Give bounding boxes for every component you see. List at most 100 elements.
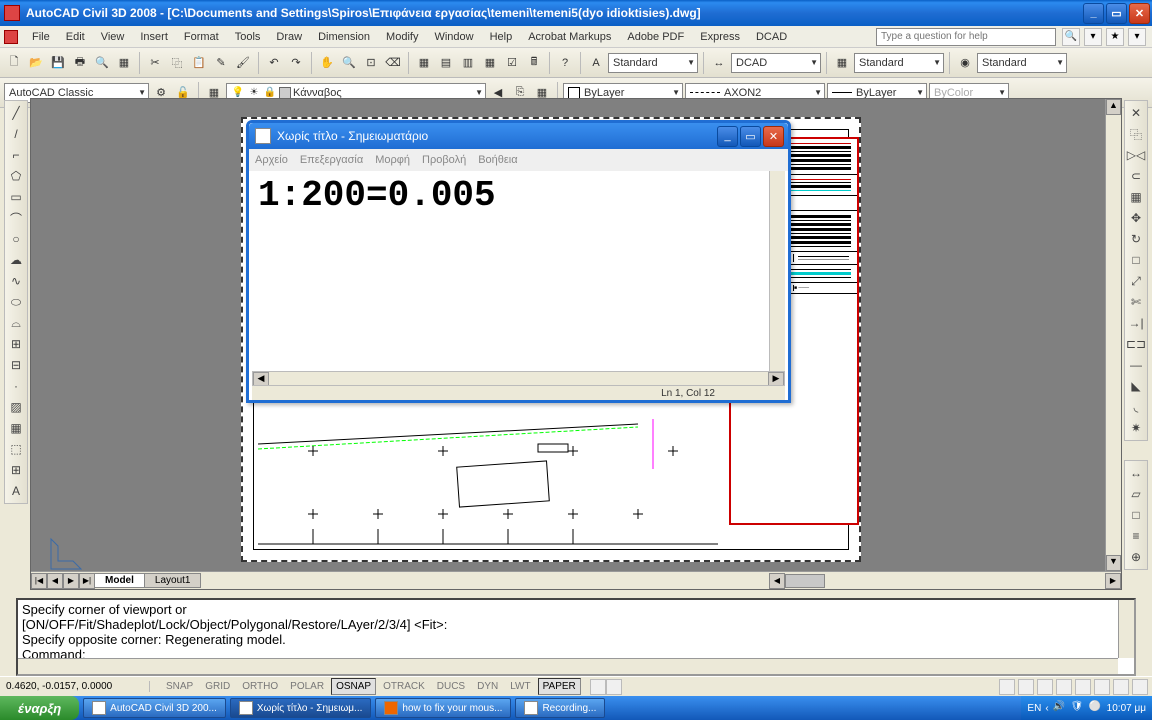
mtext-icon[interactable]: A	[6, 481, 26, 501]
status-icon-4[interactable]	[1056, 679, 1072, 695]
command-line[interactable]: Specify corner of viewport or [ON/OFF/Fi…	[16, 598, 1136, 676]
coordinates-display[interactable]: 0.4620, -0.0157, 0.0000	[0, 681, 150, 692]
notepad-vscroll[interactable]	[769, 171, 785, 374]
rotate-icon[interactable]: ↻	[1126, 229, 1146, 249]
design-center-icon[interactable]: ▤	[436, 53, 456, 73]
ortho-toggle[interactable]: ORTHO	[237, 678, 283, 695]
status-icon-6[interactable]	[1094, 679, 1110, 695]
taskbar-item-recording[interactable]: Recording...	[515, 698, 605, 718]
tab-last-icon[interactable]: ▶|	[79, 573, 95, 589]
ellipse-arc-icon[interactable]: ⌓	[6, 313, 26, 333]
tool-palettes-icon[interactable]: ▥	[458, 53, 478, 73]
cut-icon[interactable]: ✂	[145, 53, 165, 73]
copy-icon[interactable]: ⿻	[167, 53, 187, 73]
polygon-icon[interactable]: ⬠	[6, 166, 26, 186]
text-style-combo[interactable]: Standard	[608, 53, 698, 73]
rectangle-icon[interactable]: ▭	[6, 187, 26, 207]
tray-icon-1[interactable]: 🔊	[1053, 701, 1067, 715]
polar-toggle[interactable]: POLAR	[285, 678, 329, 695]
insert-block-icon[interactable]: ⊞	[6, 334, 26, 354]
menu-insert[interactable]: Insert	[132, 29, 176, 45]
maximize-viewport-icon[interactable]	[606, 679, 622, 695]
undo-icon[interactable]: ↶	[264, 53, 284, 73]
paste-icon[interactable]: 📋	[189, 53, 209, 73]
offset-icon[interactable]: ⊂	[1126, 166, 1146, 186]
menu-format[interactable]: Format	[176, 29, 227, 45]
region-icon[interactable]: ⬚	[6, 439, 26, 459]
circle-icon[interactable]: ○	[6, 229, 26, 249]
mirror-icon[interactable]: ▷◁	[1126, 145, 1146, 165]
start-button[interactable]: έναρξη	[0, 696, 79, 720]
zoom-window-icon[interactable]: ⊡	[361, 53, 381, 73]
dyn-toggle[interactable]: DYN	[472, 678, 503, 695]
clock[interactable]: 10:07 μμ	[1107, 703, 1146, 714]
notepad-menu-help[interactable]: Βοήθεια	[478, 154, 517, 166]
revcloud-icon[interactable]: ☁	[6, 250, 26, 270]
make-block-icon[interactable]: ⊟	[6, 355, 26, 375]
xline-icon[interactable]: /	[6, 124, 26, 144]
hscroll-thumb[interactable]	[785, 574, 825, 588]
extend-icon[interactable]: →|	[1126, 313, 1146, 333]
grid-toggle[interactable]: GRID	[200, 678, 235, 695]
notepad-hscroll-left-icon[interactable]: ◀	[253, 372, 269, 386]
notepad-hscroll-right-icon[interactable]: ▶	[768, 372, 784, 386]
tray-expand-icon[interactable]: ‹	[1045, 703, 1048, 714]
gradient-icon[interactable]: ▦	[6, 418, 26, 438]
cmd-vscroll[interactable]	[1118, 600, 1134, 658]
redo-icon[interactable]: ↷	[286, 53, 306, 73]
cmd-hscroll[interactable]	[18, 658, 1118, 674]
hscroll-right-icon[interactable]: ▶	[1105, 573, 1121, 589]
save-icon[interactable]: 💾	[48, 53, 68, 73]
notepad-maximize-button[interactable]: ▭	[740, 126, 761, 147]
arc-icon[interactable]: ⌒	[6, 208, 26, 228]
status-icon-2[interactable]	[1018, 679, 1034, 695]
properties-icon[interactable]: ▦	[414, 53, 434, 73]
menu-edit[interactable]: Edit	[58, 29, 93, 45]
snap-toggle[interactable]: SNAP	[161, 678, 198, 695]
explode-icon[interactable]: ✷	[1126, 418, 1146, 438]
menu-adobe-pdf[interactable]: Adobe PDF	[619, 29, 692, 45]
clean-screen-icon[interactable]	[1132, 679, 1148, 695]
tab-prev-icon[interactable]: ◀	[47, 573, 63, 589]
table-icon[interactable]: ⊞	[6, 460, 26, 480]
fillet-icon[interactable]: ◟	[1126, 397, 1146, 417]
ducs-toggle[interactable]: DUCS	[432, 678, 470, 695]
tab-next-icon[interactable]: ▶	[63, 573, 79, 589]
scale-icon[interactable]: □	[1126, 250, 1146, 270]
osnap-toggle[interactable]: OSNAP	[331, 678, 376, 695]
help-search-input[interactable]	[876, 28, 1056, 46]
zoom-previous-icon[interactable]: ⌫	[383, 53, 403, 73]
notepad-menu-file[interactable]: Αρχείο	[255, 154, 288, 166]
zoom-realtime-icon[interactable]: 🔍	[339, 53, 359, 73]
line-icon[interactable]: ╱	[6, 103, 26, 123]
tablestyle-icon[interactable]: ▦	[832, 53, 852, 73]
star-icon[interactable]: ★	[1106, 28, 1124, 46]
status-icon-7[interactable]	[1113, 679, 1129, 695]
menu-express[interactable]: Express	[692, 29, 748, 45]
copy-obj-icon[interactable]: ⿻	[1126, 124, 1146, 144]
tab-layout1[interactable]: Layout1	[144, 573, 202, 588]
calc-icon[interactable]: 🖩	[524, 53, 544, 73]
menu-help[interactable]: Help	[482, 29, 521, 45]
id-icon[interactable]: ⊕	[1126, 547, 1146, 567]
tab-model[interactable]: Model	[94, 573, 145, 588]
brush-icon[interactable]: 🖌	[233, 53, 253, 73]
new-icon[interactable]: 🗋	[4, 53, 24, 73]
distance-icon[interactable]: ↔	[1126, 463, 1146, 483]
plot-icon[interactable]: 🖶	[70, 53, 90, 73]
stretch-icon[interactable]: ⤢	[1126, 271, 1146, 291]
tab-first-icon[interactable]: |◀	[31, 573, 47, 589]
paper-toggle[interactable]: PAPER	[538, 678, 581, 695]
notepad-close-button[interactable]: ✕	[763, 126, 784, 147]
mleaderstyle-icon[interactable]: ◉	[955, 53, 975, 73]
mass-icon[interactable]: □	[1126, 505, 1146, 525]
menu-view[interactable]: View	[93, 29, 133, 45]
notepad-menu-format[interactable]: Μορφή	[375, 154, 410, 166]
table-style-combo[interactable]: Standard	[854, 53, 944, 73]
array-icon[interactable]: ▦	[1126, 187, 1146, 207]
close-button[interactable]: ✕	[1129, 3, 1150, 24]
move-icon[interactable]: ✥	[1126, 208, 1146, 228]
drawing-vscroll[interactable]: ▲ ▼	[1105, 99, 1121, 571]
model-paper-icon[interactable]	[590, 679, 606, 695]
match-icon[interactable]: ✎	[211, 53, 231, 73]
